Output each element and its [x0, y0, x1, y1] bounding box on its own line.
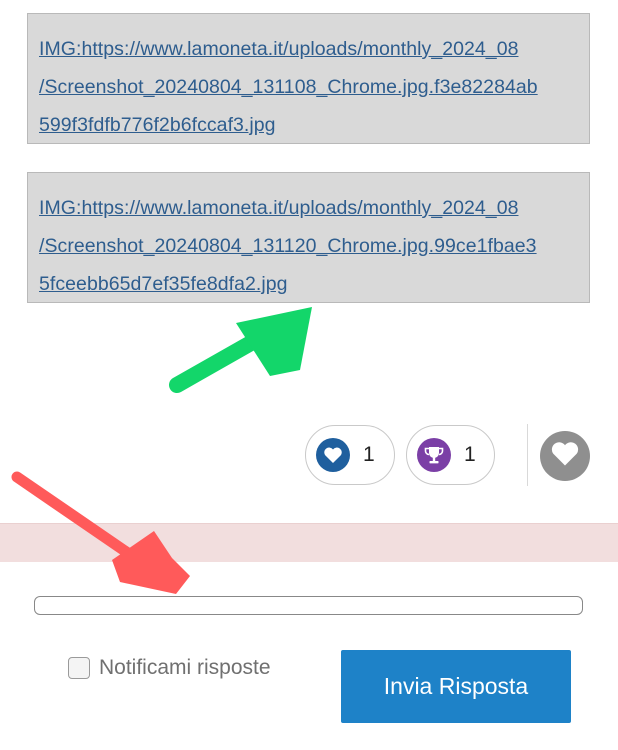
reply-notice-band: [0, 523, 618, 562]
attachment-link-line: /Screenshot_20240804_131108_Chrome.jpg.f…: [39, 76, 538, 98]
attachment-link-box: IMG:https://www.lamoneta.it/uploads/mont…: [27, 13, 590, 144]
notify-checkbox[interactable]: [68, 657, 90, 679]
notify-option[interactable]: Notificami risposte: [68, 656, 271, 680]
attachment-link-box: IMG:https://www.lamoneta.it/uploads/mont…: [27, 172, 590, 303]
favorite-button[interactable]: [540, 431, 590, 481]
attachment-link[interactable]: IMG:https://www.lamoneta.it/uploads/mont…: [39, 189, 579, 303]
attachment-link[interactable]: IMG:https://www.lamoneta.it/uploads/mont…: [39, 30, 579, 144]
attachment-link-line: 5fceebb65d7ef35fe8dfa2.jpg: [39, 273, 288, 295]
reaction-count: 1: [464, 443, 476, 466]
submit-reply-button[interactable]: Invia Risposta: [341, 650, 571, 723]
heart-icon: [550, 440, 580, 472]
green-arrow-annotation: [169, 307, 312, 393]
reaction-count: 1: [363, 443, 375, 466]
divider: [527, 424, 528, 486]
notify-label: Notificami risposte: [99, 656, 271, 679]
heart-icon: [316, 438, 350, 472]
trophy-icon: [417, 438, 451, 472]
reaction-trophy-button[interactable]: 1: [406, 425, 495, 485]
attachment-link-line: 599f3fdfb776f2b6fccaf3.jpg: [39, 114, 276, 136]
attachment-link-line: IMG:https://www.lamoneta.it/uploads/mont…: [39, 197, 519, 219]
reply-input[interactable]: [34, 596, 583, 615]
attachment-link-line: IMG:https://www.lamoneta.it/uploads/mont…: [39, 38, 519, 60]
reaction-like-button[interactable]: 1: [305, 425, 395, 485]
attachment-link-line: /Screenshot_20240804_131120_Chrome.jpg.9…: [39, 235, 537, 257]
